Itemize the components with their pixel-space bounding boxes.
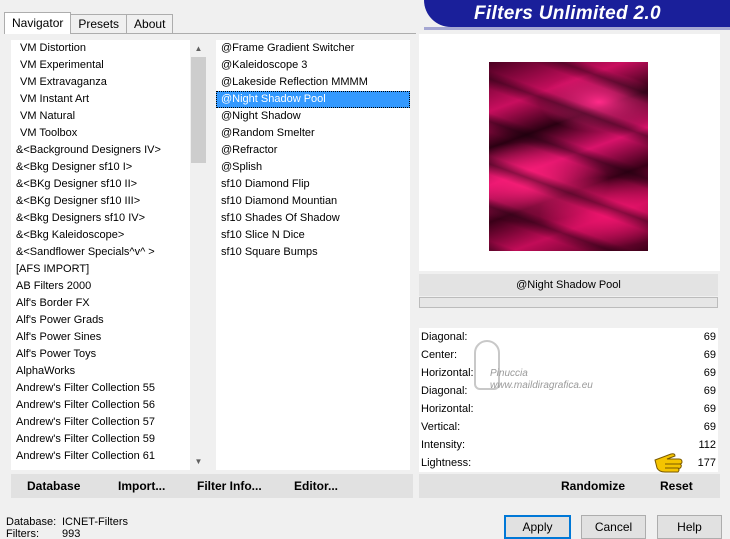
category-scrollbar[interactable]: ▲ ▼ bbox=[190, 40, 207, 470]
randomize-button[interactable]: Randomize bbox=[561, 474, 625, 498]
preview-image-overlay bbox=[489, 62, 648, 251]
parameter-value: 112 bbox=[698, 439, 716, 451]
parameter-row[interactable]: Center: 69 bbox=[419, 346, 718, 364]
parameter-label: Vertical: bbox=[421, 421, 461, 433]
category-item[interactable]: AB Filters 2000 bbox=[11, 278, 207, 295]
parameter-value: 177 bbox=[697, 457, 716, 469]
parameter-label: Horizontal: bbox=[421, 403, 474, 415]
category-item[interactable]: VM Instant Art bbox=[11, 91, 207, 108]
scroll-up-icon[interactable]: ▲ bbox=[190, 40, 207, 57]
category-item[interactable]: Andrew's Filter Collection 61 bbox=[11, 448, 207, 465]
parameter-row[interactable]: Diagonal: 69 bbox=[419, 382, 718, 400]
tab-strip: Navigator Presets About bbox=[4, 12, 174, 34]
category-item[interactable]: Alf's Power Grads bbox=[11, 312, 207, 329]
filter-item[interactable]: sf10 Diamond Mountian bbox=[216, 193, 410, 210]
filter-item[interactable]: sf10 Slice N Dice bbox=[216, 227, 410, 244]
help-button[interactable]: Help bbox=[657, 515, 722, 539]
category-item[interactable]: &<Bkg Designer sf10 I> bbox=[11, 159, 207, 176]
filter-item[interactable]: @Refractor bbox=[216, 142, 410, 159]
filter-info-button[interactable]: Filter Info... bbox=[197, 474, 262, 498]
category-item[interactable]: Andrew's Filter Collection 56 bbox=[11, 397, 207, 414]
filter-item[interactable]: sf10 Diamond Flip bbox=[216, 176, 410, 193]
filter-item[interactable]: @Night Shadow Pool bbox=[216, 91, 410, 108]
parameter-value: 69 bbox=[703, 385, 716, 397]
parameter-row[interactable]: Vertical: 69 bbox=[419, 418, 718, 436]
category-item[interactable]: &<BKg Designer sf10 III> bbox=[11, 193, 207, 210]
cancel-button[interactable]: Cancel bbox=[581, 515, 646, 539]
category-item[interactable]: Alf's Power Sines bbox=[11, 329, 207, 346]
parameter-row[interactable]: Horizontal: 69 bbox=[419, 364, 718, 382]
filter-item[interactable]: @Frame Gradient Switcher bbox=[216, 40, 410, 57]
category-item[interactable]: &<Background Designers IV> bbox=[11, 142, 207, 159]
category-item[interactable]: Alf's Border FX bbox=[11, 295, 207, 312]
current-filter-name: @Night Shadow Pool bbox=[419, 274, 718, 296]
tab-about[interactable]: About bbox=[126, 14, 174, 34]
parameter-value: 69 bbox=[703, 331, 716, 343]
reset-button[interactable]: Reset bbox=[660, 474, 693, 498]
parameter-value: 69 bbox=[703, 367, 716, 379]
right-button-bar: Randomize Reset bbox=[419, 474, 720, 498]
category-list[interactable]: VM Distortion VM Experimental VM Extravaga… bbox=[11, 40, 207, 470]
parameter-label: Lightness: bbox=[421, 457, 472, 469]
parameter-label: Diagonal: bbox=[421, 385, 468, 397]
filter-item[interactable]: sf10 Shades Of Shadow bbox=[216, 210, 410, 227]
category-item[interactable]: VM Distortion bbox=[11, 40, 207, 57]
category-item[interactable]: &<Bkg Designers sf10 IV> bbox=[11, 210, 207, 227]
filter-item[interactable]: sf10 Square Bumps bbox=[216, 244, 410, 261]
filter-item[interactable]: @Splish bbox=[216, 159, 410, 176]
apply-button[interactable]: Apply bbox=[504, 515, 571, 539]
category-item[interactable]: [AFS IMPORT] bbox=[11, 261, 207, 278]
parameter-value: 69 bbox=[703, 403, 716, 415]
filter-list[interactable]: @Frame Gradient Switcher @Kaleidoscope 3 @… bbox=[216, 40, 410, 470]
import-button[interactable]: Import... bbox=[118, 474, 165, 498]
app-title: Filters Unlimited 2.0 bbox=[474, 3, 661, 24]
left-button-bar: Database Import... Filter Info... Editor… bbox=[11, 474, 413, 498]
parameter-value: 69 bbox=[703, 421, 716, 433]
scroll-thumb[interactable] bbox=[191, 57, 206, 163]
category-item[interactable]: &<Bkg Kaleidoscope> bbox=[11, 227, 207, 244]
parameter-row[interactable]: Horizontal: 69 bbox=[419, 400, 718, 418]
category-item[interactable]: Andrew's Filter Collection 59 bbox=[11, 431, 207, 448]
filter-item[interactable]: @Lakeside Reflection MMMM bbox=[216, 74, 410, 91]
filters-label: Filters: bbox=[6, 528, 39, 539]
category-item[interactable]: VM Natural bbox=[11, 108, 207, 125]
category-item[interactable]: Andrew's Filter Collection 57 bbox=[11, 414, 207, 431]
pointing-hand-icon bbox=[654, 453, 683, 473]
category-item[interactable]: &<BKg Designer sf10 II> bbox=[11, 176, 207, 193]
category-item[interactable]: Andrew's Filter Collection 55 bbox=[11, 380, 207, 397]
filter-item[interactable]: @Random Smelter bbox=[216, 125, 410, 142]
database-label: Database: bbox=[6, 516, 57, 528]
parameter-label: Horizontal: bbox=[421, 367, 474, 379]
banner-stripe bbox=[424, 27, 730, 30]
parameter-row[interactable]: Diagonal: 69 bbox=[419, 328, 718, 346]
category-item[interactable]: VM Toolbox bbox=[11, 125, 207, 142]
filter-item[interactable]: @Night Shadow bbox=[216, 108, 410, 125]
parameter-value: 69 bbox=[703, 349, 716, 361]
progress-bar bbox=[419, 297, 718, 308]
filters-count: 993 bbox=[62, 528, 81, 539]
tab-navigator[interactable]: Navigator bbox=[4, 12, 72, 34]
category-item[interactable]: VM Experimental bbox=[11, 57, 207, 74]
parameter-label: Diagonal: bbox=[421, 331, 468, 343]
parameter-label: Intensity: bbox=[421, 439, 466, 451]
database-button[interactable]: Database bbox=[27, 474, 80, 498]
database-value: ICNET-Filters bbox=[62, 516, 128, 528]
category-item[interactable]: VM Extravaganza bbox=[11, 74, 207, 91]
editor-button[interactable]: Editor... bbox=[294, 474, 338, 498]
category-item[interactable]: AlphaWorks bbox=[11, 363, 207, 380]
tab-presets[interactable]: Presets bbox=[70, 14, 128, 34]
category-item[interactable]: &<Sandflower Specials^v^ > bbox=[11, 244, 207, 261]
filter-item[interactable]: @Kaleidoscope 3 bbox=[216, 57, 410, 74]
scroll-down-icon[interactable]: ▼ bbox=[190, 453, 207, 470]
category-item[interactable]: Alf's Power Toys bbox=[11, 346, 207, 363]
parameter-label: Center: bbox=[421, 349, 458, 361]
